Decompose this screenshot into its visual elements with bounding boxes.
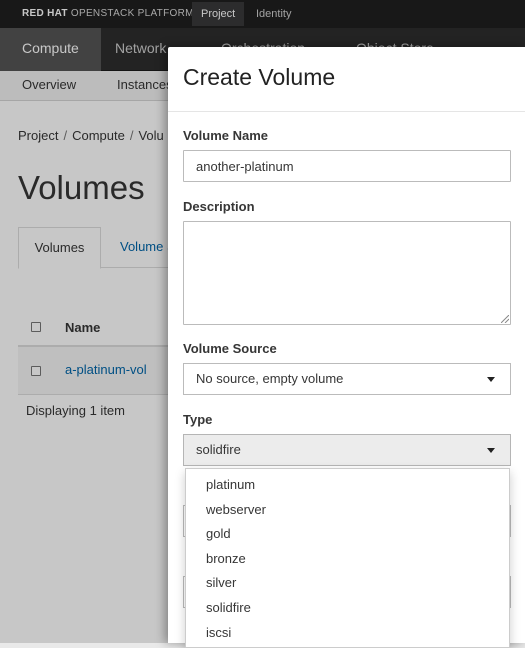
volume-name-label: Volume Name bbox=[183, 128, 269, 143]
type-value: solidfire bbox=[196, 442, 241, 457]
type-dropdown-menu: platinum webserver gold bronze silver so… bbox=[185, 468, 510, 648]
modal-title: Create Volume bbox=[183, 64, 336, 90]
description-label: Description bbox=[183, 199, 255, 214]
volume-source-value: No source, empty volume bbox=[196, 371, 344, 386]
dropdown-option[interactable]: solidfire bbox=[186, 596, 509, 621]
dropdown-option[interactable]: silver bbox=[186, 571, 509, 596]
dropdown-option[interactable]: webserver bbox=[186, 498, 509, 523]
chevron-down-icon bbox=[487, 377, 495, 382]
volume-source-select[interactable]: No source, empty volume bbox=[183, 363, 511, 395]
volume-source-label: Volume Source bbox=[183, 341, 277, 356]
description-textarea[interactable] bbox=[183, 221, 511, 325]
type-label: Type bbox=[183, 412, 213, 427]
dropdown-option[interactable]: gold bbox=[186, 522, 509, 547]
create-volume-dialog: Create Volume Volume Name Description Vo… bbox=[168, 47, 525, 648]
dropdown-option[interactable]: platinum bbox=[186, 473, 509, 498]
chevron-down-icon bbox=[487, 448, 495, 453]
volume-name-input[interactable] bbox=[183, 150, 511, 182]
type-select[interactable]: solidfire bbox=[183, 434, 511, 466]
modal-header: Create Volume bbox=[168, 47, 525, 112]
dropdown-option[interactable]: iscsi bbox=[186, 621, 509, 646]
dropdown-option[interactable]: bronze bbox=[186, 547, 509, 572]
resize-grip-icon[interactable] bbox=[501, 315, 509, 323]
